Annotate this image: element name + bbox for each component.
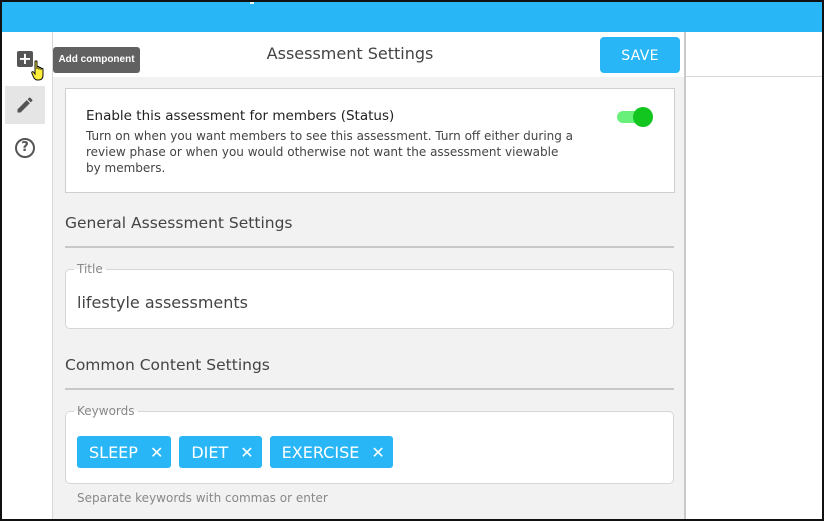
keyword-chip[interactable]: EXERCISE ✕ (269, 436, 393, 468)
help-button[interactable]: ? (5, 129, 45, 167)
keyword-chip-label: EXERCISE (281, 442, 360, 462)
status-description: Turn on when you want members to see thi… (86, 129, 574, 175)
title-field[interactable]: Title lifestyle assessments (65, 262, 674, 329)
pencil-icon (17, 97, 33, 113)
remove-keyword-icon[interactable]: ✕ (150, 443, 163, 462)
general-section-title: General Assessment Settings (65, 214, 293, 232)
hand-cursor-icon (31, 60, 44, 81)
keywords-field-label: Keywords (74, 404, 138, 418)
keyword-chip[interactable]: SLEEP ✕ (77, 436, 172, 468)
remove-keyword-icon[interactable]: ✕ (240, 443, 253, 462)
save-button[interactable]: SAVE (600, 37, 680, 73)
help-icon: ? (15, 138, 35, 158)
section-divider (65, 388, 674, 390)
left-toolbar: + ? (2, 32, 53, 519)
top-bar (2, 2, 822, 32)
right-pane-divider (686, 76, 822, 77)
keywords-field[interactable]: Keywords SLEEP ✕ DIET ✕ EXERCISE ✕ (65, 404, 674, 484)
title-field-label: Title (74, 262, 106, 276)
add-component-tooltip: Add component (53, 47, 140, 73)
keywords-helper-text: Separate keywords with commas or enter (77, 491, 328, 505)
section-divider (65, 246, 674, 248)
remove-keyword-icon[interactable]: ✕ (371, 443, 384, 462)
page-title: Assessment Settings (266, 44, 434, 63)
keyword-chip-label: DIET (191, 442, 229, 462)
keyword-chips: SLEEP ✕ DIET ✕ EXERCISE ✕ (77, 436, 393, 468)
keyword-chip-label: SLEEP (89, 442, 138, 462)
title-field-value[interactable]: lifestyle assessments (77, 293, 248, 312)
status-card: Enable this assessment for members (Stat… (65, 88, 675, 193)
edit-button[interactable] (5, 86, 45, 124)
toggle-thumb (633, 107, 653, 127)
app-window: + ? Assessment Settings SAVE Enable this… (0, 0, 824, 521)
top-bar-indicator (250, 2, 254, 4)
settings-panel: Assessment Settings SAVE Enable this ass… (53, 32, 686, 519)
keyword-chip[interactable]: DIET ✕ (179, 436, 262, 468)
status-title: Enable this assessment for members (Stat… (86, 108, 395, 124)
panel-header: Assessment Settings SAVE (53, 32, 684, 77)
content-section-title: Common Content Settings (65, 356, 270, 374)
right-pane (686, 32, 822, 519)
status-toggle[interactable] (617, 106, 655, 128)
